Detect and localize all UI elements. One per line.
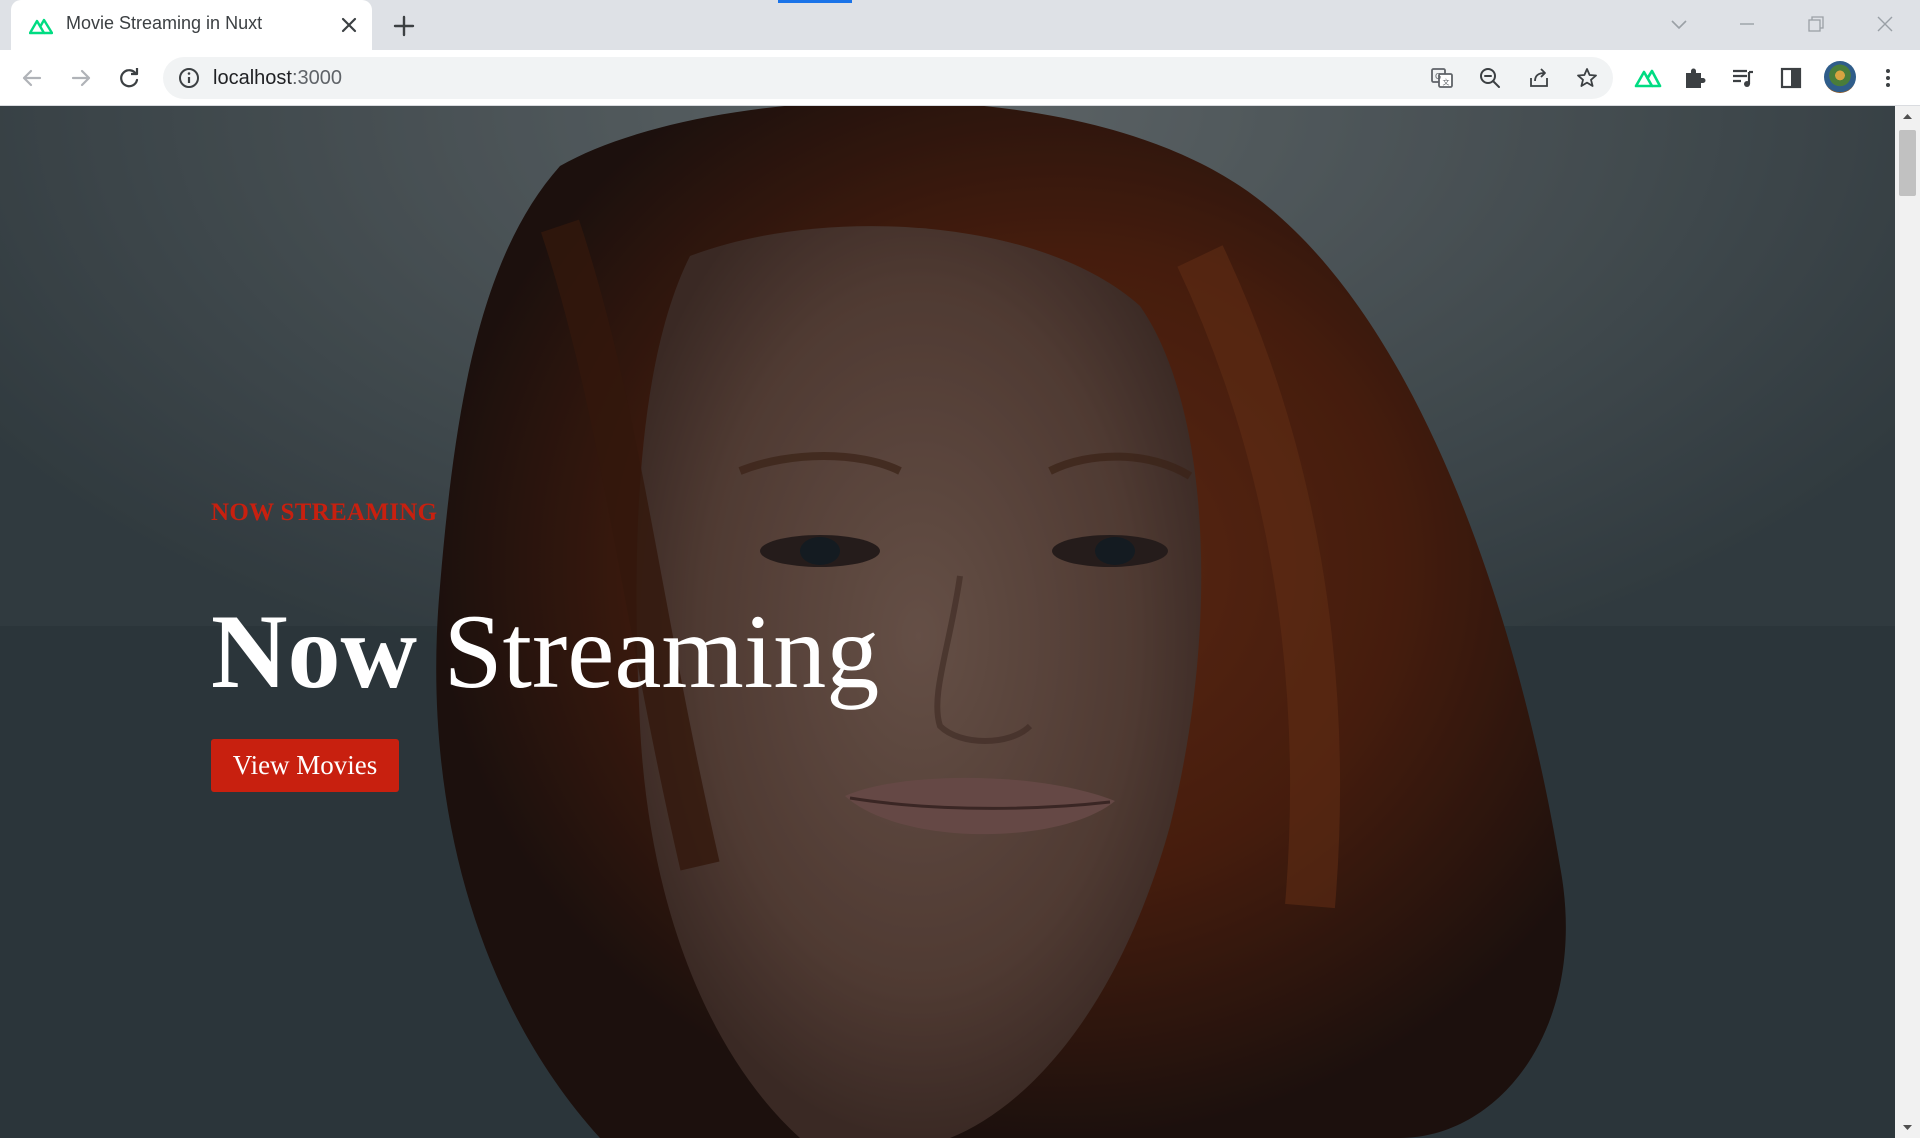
hero-eyebrow: NOW STREAMING	[211, 499, 438, 526]
puzzle-icon[interactable]	[1681, 64, 1709, 92]
browser-tab[interactable]: Movie Streaming in Nuxt	[11, 0, 372, 50]
nuxt-logo-icon	[29, 18, 53, 35]
page-scrollbar[interactable]	[1895, 106, 1920, 1138]
url-port: :3000	[291, 67, 342, 89]
svg-text:G: G	[1435, 72, 1441, 81]
browser-toolbar: localhost:3000 G 文	[0, 50, 1920, 106]
reload-icon[interactable]	[115, 64, 143, 92]
kebab-menu-icon[interactable]	[1874, 64, 1902, 92]
hero-title-bold: Now	[211, 593, 418, 710]
scroll-down-arrow-icon[interactable]	[1900, 1120, 1915, 1135]
share-icon[interactable]	[1527, 66, 1551, 90]
restore-icon[interactable]	[1800, 8, 1832, 40]
tab-search-chevron-icon[interactable]	[1663, 8, 1695, 40]
tab-loading-indicator	[778, 0, 852, 3]
hero-title-rest: Streaming	[417, 593, 880, 710]
address-bar[interactable]: localhost:3000 G 文	[163, 57, 1613, 99]
back-arrow-icon[interactable]	[18, 64, 46, 92]
nuxt-devtools-icon[interactable]	[1634, 64, 1662, 92]
tab-strip: Movie Streaming in Nuxt	[0, 0, 1920, 50]
tab-title: Movie Streaming in Nuxt	[66, 13, 263, 33]
window-close-icon[interactable]	[1869, 8, 1901, 40]
hero-title: Now Streaming	[211, 599, 879, 705]
side-panel-icon[interactable]	[1777, 64, 1805, 92]
url-text[interactable]: localhost:3000	[213, 67, 342, 90]
url-host: localhost	[213, 67, 292, 89]
view-movies-button[interactable]: View Movies	[211, 739, 399, 792]
profile-avatar[interactable]	[1824, 61, 1856, 93]
scroll-thumb[interactable]	[1899, 130, 1916, 196]
scroll-up-arrow-icon[interactable]	[1900, 109, 1915, 124]
zoom-out-icon[interactable]	[1478, 66, 1502, 90]
page-viewport: NOW STREAMING Now Streaming View Movies	[0, 106, 1895, 1138]
info-icon[interactable]	[177, 66, 201, 90]
minimize-icon[interactable]	[1731, 8, 1763, 40]
plus-icon[interactable]	[390, 12, 418, 40]
star-icon[interactable]	[1575, 66, 1599, 90]
translate-icon[interactable]: G 文	[1430, 66, 1454, 90]
svg-text:文: 文	[1443, 78, 1450, 87]
close-icon[interactable]	[337, 13, 361, 37]
forward-arrow-icon[interactable]	[67, 64, 95, 92]
media-queue-icon[interactable]	[1729, 64, 1757, 92]
